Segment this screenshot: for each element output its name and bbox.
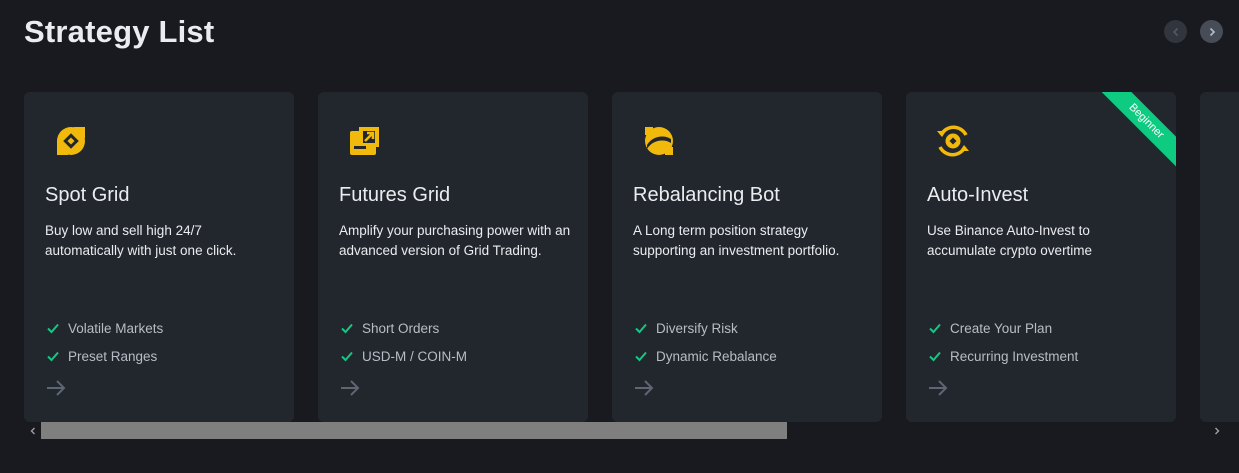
horizontal-scrollbar[interactable] [24,422,1224,439]
card-title: Futures Grid [339,184,451,206]
feature-label: Recurring Investment [950,348,1079,364]
feature-item: Recurring Investment [928,342,1078,370]
strategy-card-partial[interactable] [1200,92,1239,422]
rebalancing-bot-icon [639,121,679,161]
check-icon [341,351,353,362]
arrow-right-icon[interactable] [927,378,949,398]
check-icon [635,323,647,334]
carousel-next-button[interactable] [1200,20,1223,43]
check-icon [47,351,59,362]
card-description: Buy low and sell high 24/7 automatically… [45,223,237,258]
strategy-track: Spot Grid Buy low and sell high 24/7 aut… [24,92,1239,422]
feature-item: Create Your Plan [928,314,1078,342]
spot-grid-icon [51,121,91,161]
feature-label: Short Orders [362,320,440,336]
feature-item: Volatile Markets [46,314,163,342]
feature-label: Preset Ranges [68,348,158,364]
scrollbar-thumb[interactable] [41,422,787,439]
futures-grid-icon [345,121,385,161]
check-icon [929,323,941,334]
check-icon [341,323,353,334]
strategy-list-page: Strategy List Spot Grid Buy low and sell… [0,0,1239,473]
feature-list: Volatile Markets Preset Ranges [46,314,163,370]
feature-item: Short Orders [340,314,467,342]
beginner-ribbon: Beginner [1096,92,1176,172]
check-icon [47,323,59,334]
strategy-card-rebalancing-bot[interactable]: Rebalancing Bot A Long term position str… [612,92,882,422]
check-icon [635,351,647,362]
card-description: Use Binance Auto-Invest to accumulate cr… [927,223,1093,258]
feature-list: Short Orders USD-M / COIN-M [340,314,467,370]
strategy-card-auto-invest[interactable]: Beginner Auto-Invest Use Binance Auto-In… [906,92,1176,422]
card-title: Spot Grid [45,184,130,206]
feature-label: Volatile Markets [68,320,164,336]
feature-label: Dynamic Rebalance [656,348,777,364]
feature-label: Create Your Plan [950,320,1053,336]
card-title: Rebalancing Bot [633,184,780,206]
chevron-left-icon [1172,27,1178,36]
feature-list: Create Your Plan Recurring Investment [928,314,1078,370]
arrow-right-icon[interactable] [633,378,655,398]
feature-label: USD-M / COIN-M [362,348,467,364]
feature-label: Diversify Risk [656,320,738,336]
feature-item: Diversify Risk [634,314,777,342]
strategy-carousel[interactable]: Spot Grid Buy low and sell high 24/7 aut… [24,92,1239,422]
carousel-prev-button[interactable] [1164,20,1187,43]
check-icon [929,351,941,362]
card-description: A Long term position strategy supporting… [633,223,840,258]
card-title: Auto-Invest [927,184,1029,206]
feature-item: Preset Ranges [46,342,163,370]
scroll-left-icon[interactable] [28,426,38,436]
page-title: Strategy List [24,14,215,49]
scroll-right-icon[interactable] [1212,426,1222,436]
strategy-card-futures-grid[interactable]: Futures Grid Amplify your purchasing pow… [318,92,588,422]
auto-invest-icon [933,121,973,161]
feature-list: Diversify Risk Dynamic Rebalance [634,314,777,370]
ribbon-label: Beginner [1096,92,1176,172]
arrow-right-icon[interactable] [339,378,361,398]
strategy-card-spot-grid[interactable]: Spot Grid Buy low and sell high 24/7 aut… [24,92,294,422]
chevron-right-icon [1209,27,1215,36]
card-description: Amplify your purchasing power with an ad… [339,223,571,258]
arrow-right-icon[interactable] [45,378,67,398]
feature-item: USD-M / COIN-M [340,342,467,370]
feature-item: Dynamic Rebalance [634,342,777,370]
